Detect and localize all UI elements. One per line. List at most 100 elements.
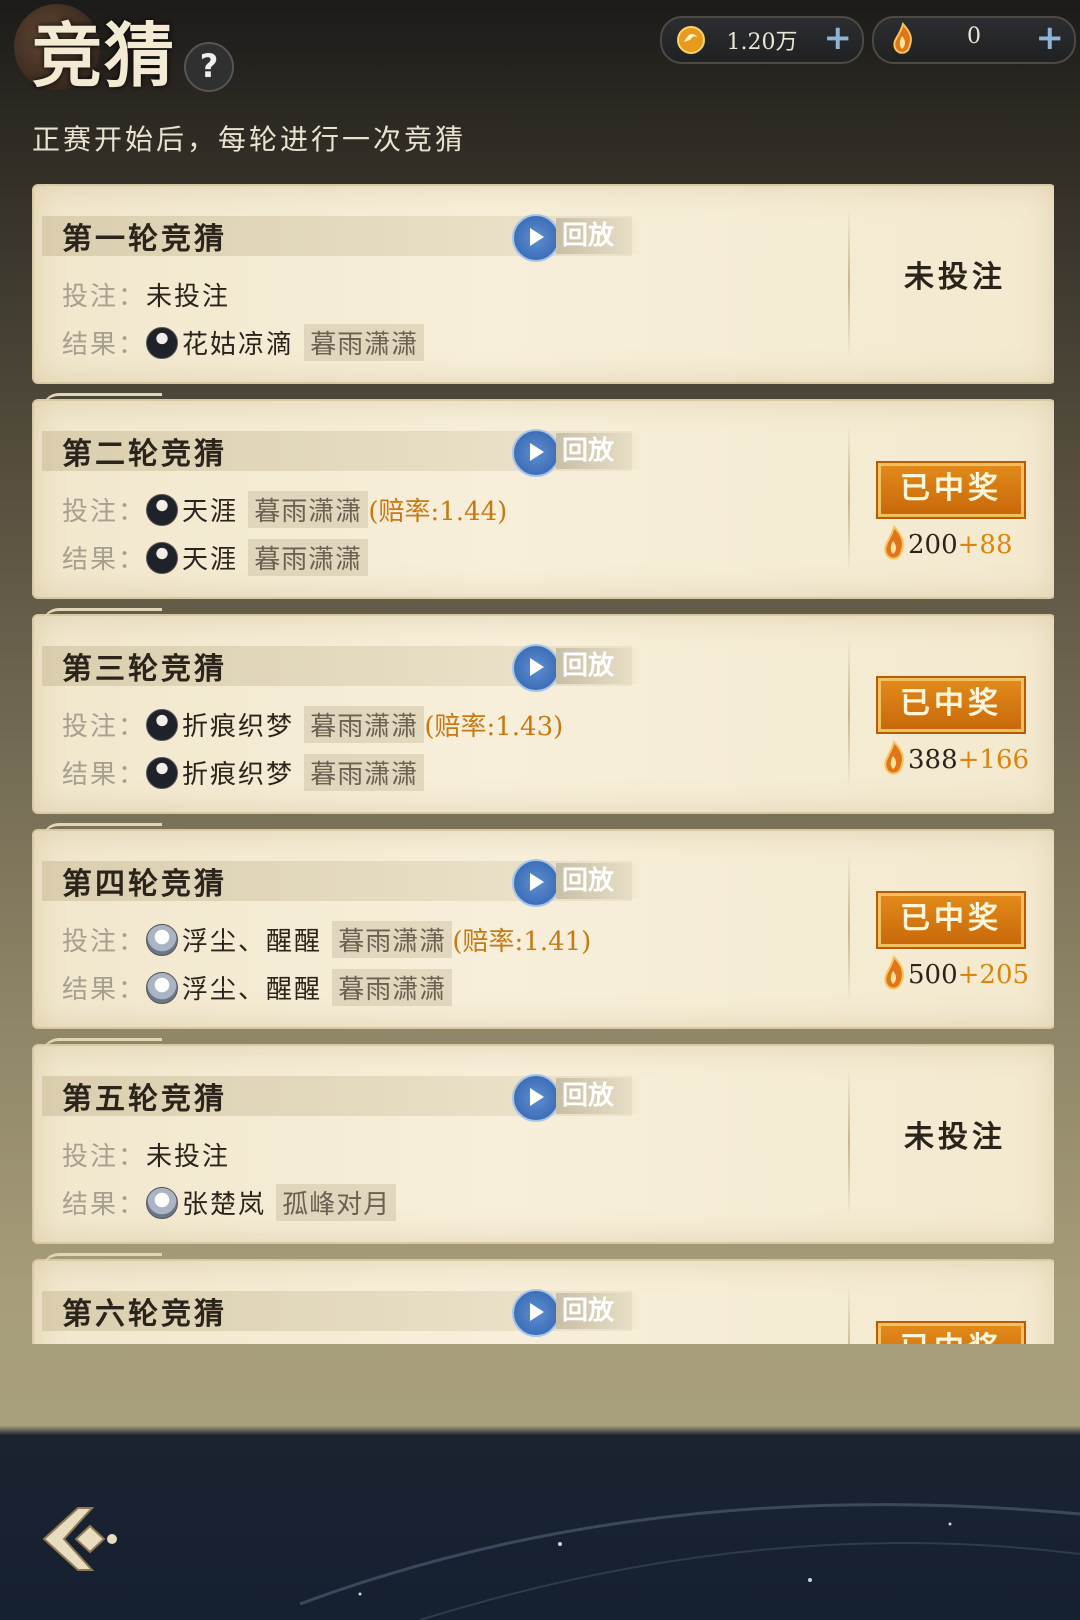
add-token-button[interactable]: + [1036, 18, 1065, 58]
replay-label: 回放 [556, 1293, 642, 1329]
card-divider [848, 423, 850, 573]
gold-coin-icon [677, 26, 705, 54]
player-avatar [146, 494, 179, 526]
replay-label: 回放 [556, 1078, 642, 1114]
add-gold-button[interactable]: + [824, 18, 853, 58]
round-title: 第五轮竞猜 [62, 1082, 227, 1117]
result-player: 天涯 [182, 545, 239, 575]
reward-base: 388 [908, 745, 958, 775]
currency-gold: 1.20万 + [660, 16, 864, 64]
bet-odds: (赔率:1.44) [368, 497, 508, 527]
replay-label: 回放 [556, 863, 642, 899]
replay-icon [512, 1074, 560, 1122]
bet-row: 投注：未投注 [62, 1136, 230, 1173]
result-team: 暮雨潇潇 [332, 969, 453, 1006]
bet-player: 折痕织梦 [182, 712, 295, 742]
result-player: 花姑凉滴 [182, 330, 295, 360]
result-player: 折痕织梦 [182, 760, 295, 790]
round-card: 第一轮竞猜 回放 投注：未投注 结果： 花姑凉滴 暮雨潇潇 未投注 [32, 184, 1054, 384]
result-label: 结果： [62, 545, 147, 575]
back-arrow-icon[interactable] [40, 1504, 120, 1574]
round-title: 第三轮竞猜 [62, 652, 227, 687]
bet-status-text: 未投注 [146, 282, 231, 312]
bet-player: 浮尘、醒醒 [182, 927, 323, 957]
round-card: 第二轮竞猜 回放投注： 天涯 暮雨潇潇 (赔率:1.44) 结果： 天涯 暮雨潇潇 已中奖 2… [32, 393, 1054, 599]
bet-label: 投注： [62, 497, 147, 527]
round-title: 第二轮竞猜 [62, 437, 227, 472]
round-card: 第三轮竞猜 回放 投注： 折痕织梦 暮雨潇潇 (赔率:1.43) 结果： 折痕织梦 暮雨潇潇… [32, 608, 1054, 814]
rounds-list[interactable]: 第一轮竞猜 回放 投注：未投注 结果： 花姑凉滴 暮雨潇潇 未投注 第二轮竞猜 回放 投注： 天涯… [32, 184, 1054, 1344]
reward-bonus: +205 [957, 960, 1030, 990]
round-title: 第六轮竞猜 [62, 1297, 227, 1332]
result-team: 暮雨潇潇 [304, 324, 425, 361]
bet-status-text: 未投注 [146, 1142, 231, 1172]
player-avatar [146, 542, 179, 574]
replay-label: 回放 [556, 648, 642, 684]
reward-bonus: +88 [957, 530, 1013, 560]
bet-label: 投注： [62, 1142, 147, 1172]
result-label: 结果： [62, 330, 147, 360]
status-text: 未投注 [904, 1120, 1006, 1155]
result-label: 结果： [62, 1190, 147, 1220]
result-row: 结果： 折痕织梦 暮雨潇潇 [62, 754, 425, 791]
reward-base: 200 [908, 530, 958, 560]
replay-icon [512, 859, 560, 907]
player-avatar [146, 1187, 179, 1219]
result-player: 浮尘、醒醒 [182, 975, 323, 1005]
reward-bonus: +166 [957, 745, 1030, 775]
flame-token-icon [893, 22, 912, 54]
card-divider [848, 638, 850, 788]
replay-icon [512, 644, 560, 692]
won-badge: 已中奖 [876, 461, 1026, 519]
player-avatar [146, 709, 179, 741]
round-card: 第四轮竞猜 回放投注： 浮尘、醒醒 暮雨潇潇 (赔率:1.41) 结果： 浮尘、醒醒 暮雨… [32, 823, 1054, 1029]
won-badge: 已中奖 [876, 676, 1026, 734]
result-label: 结果： [62, 975, 147, 1005]
won-badge: 已中奖 [876, 1321, 1026, 1344]
round-card: 第六轮竞猜回放投注： 结果： 已中奖 [32, 1253, 1054, 1344]
round-title: 第一轮竞猜 [62, 222, 227, 257]
bet-player: 天涯 [182, 497, 239, 527]
status-text: 未投注 [904, 260, 1006, 295]
bet-odds: (赔率:1.41) [452, 927, 592, 957]
currency-token-value: 0 [967, 24, 981, 49]
round-title: 第四轮竞猜 [62, 867, 227, 902]
reward: 200+88 [880, 525, 1050, 561]
flame-token-icon [884, 525, 904, 560]
flame-token-icon [884, 740, 904, 775]
bet-label: 投注： [62, 927, 147, 957]
bet-label: 投注： [62, 282, 147, 312]
bet-label: 投注： [62, 712, 147, 742]
bet-odds: (赔率:1.43) [424, 712, 564, 742]
replay-label: 回放 [556, 433, 642, 469]
page-title: 竞猜 [32, 14, 176, 97]
bet-team: 暮雨潇潇 [248, 491, 369, 528]
player-avatar [146, 327, 179, 359]
player-avatar [146, 757, 179, 789]
player-avatar [146, 972, 179, 1004]
result-row: 结果： 花姑凉滴 暮雨潇潇 [62, 324, 425, 361]
result-player: 张楚岚 [182, 1190, 267, 1220]
bet-row: 投注： 浮尘、醒醒 暮雨潇潇 (赔率:1.41) [62, 921, 591, 958]
result-row: 结果： 天涯 暮雨潇潇 [62, 539, 369, 576]
result-team: 暮雨潇潇 [304, 754, 425, 791]
replay-icon [512, 214, 560, 262]
title-area: 竞猜 [14, 4, 214, 104]
help-button[interactable]: ? [184, 42, 234, 92]
currency-gold-value: 1.20万 [726, 30, 798, 55]
replay-label: 回放 [556, 218, 642, 254]
card-divider [848, 853, 850, 1003]
round-card: 第五轮竞猜 回放 投注：未投注 结果： 张楚岚 孤峰对月 未投注 [32, 1038, 1054, 1244]
reward: 388+166 [880, 740, 1050, 776]
won-badge: 已中奖 [876, 891, 1026, 949]
result-row: 结果： 浮尘、醒醒 暮雨潇潇 [62, 969, 453, 1006]
card-divider [848, 1283, 850, 1344]
bet-row: 投注： 天涯 暮雨潇潇 (赔率:1.44) [62, 491, 507, 528]
replay-icon [512, 429, 560, 477]
bet-team: 暮雨潇潇 [304, 706, 425, 743]
page-subtitle: 正赛开始后，每轮进行一次竞猜 [32, 123, 467, 156]
bet-row: 投注： 折痕织梦 暮雨潇潇 (赔率:1.43) [62, 706, 563, 743]
reward-base: 500 [908, 960, 958, 990]
card-divider [848, 1068, 850, 1218]
replay-icon [512, 1289, 560, 1337]
